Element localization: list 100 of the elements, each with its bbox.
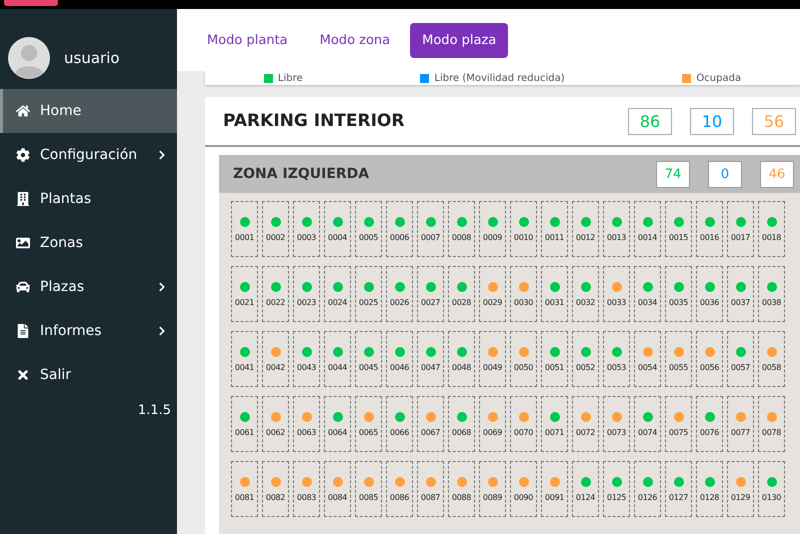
logo-block[interactable] xyxy=(4,0,58,6)
parking-slot[interactable]: 0023 xyxy=(293,266,320,322)
parking-slot[interactable]: 0034 xyxy=(634,266,661,322)
parking-slot[interactable]: 0007 xyxy=(417,201,444,257)
parking-slot[interactable]: 0001 xyxy=(231,201,258,257)
parking-slot[interactable]: 0050 xyxy=(510,331,537,387)
parking-slot[interactable]: 0081 xyxy=(231,461,258,517)
mode-tab[interactable]: Modo plaza xyxy=(410,22,508,58)
parking-slot[interactable]: 0018 xyxy=(758,201,785,257)
parking-slot[interactable]: 0033 xyxy=(603,266,630,322)
parking-slot[interactable]: 0073 xyxy=(603,396,630,452)
parking-slot[interactable]: 0061 xyxy=(231,396,258,452)
parking-slot[interactable]: 0058 xyxy=(758,331,785,387)
parking-slot[interactable]: 0068 xyxy=(448,396,475,452)
parking-slot[interactable]: 0054 xyxy=(634,331,661,387)
parking-slot[interactable]: 0032 xyxy=(572,266,599,322)
parking-slot[interactable]: 0037 xyxy=(727,266,754,322)
parking-slot[interactable]: 0011 xyxy=(541,201,568,257)
parking-slot[interactable]: 0056 xyxy=(696,331,723,387)
parking-slot[interactable]: 0070 xyxy=(510,396,537,452)
parking-slot[interactable]: 0085 xyxy=(355,461,382,517)
parking-slot[interactable]: 0067 xyxy=(417,396,444,452)
parking-slot[interactable]: 0031 xyxy=(541,266,568,322)
parking-slot[interactable]: 0035 xyxy=(665,266,692,322)
menu-item[interactable]: Zonas xyxy=(0,221,177,265)
parking-slot[interactable]: 0028 xyxy=(448,266,475,322)
parking-slot[interactable]: 0127 xyxy=(665,461,692,517)
parking-slot[interactable]: 0036 xyxy=(696,266,723,322)
parking-slot[interactable]: 0076 xyxy=(696,396,723,452)
parking-slot[interactable]: 0004 xyxy=(324,201,351,257)
parking-slot[interactable]: 0024 xyxy=(324,266,351,322)
parking-slot[interactable]: 0053 xyxy=(603,331,630,387)
parking-slot[interactable]: 0038 xyxy=(758,266,785,322)
parking-slot[interactable]: 0048 xyxy=(448,331,475,387)
menu-item[interactable]: Home xyxy=(0,89,177,133)
parking-slot[interactable]: 0010 xyxy=(510,201,537,257)
parking-slot[interactable]: 0051 xyxy=(541,331,568,387)
parking-slot[interactable]: 0022 xyxy=(262,266,289,322)
parking-slot[interactable]: 0064 xyxy=(324,396,351,452)
parking-slot[interactable]: 0071 xyxy=(541,396,568,452)
parking-slot[interactable]: 0124 xyxy=(572,461,599,517)
parking-slot[interactable]: 0043 xyxy=(293,331,320,387)
parking-slot[interactable]: 0062 xyxy=(262,396,289,452)
parking-slot[interactable]: 0129 xyxy=(727,461,754,517)
parking-slot[interactable]: 0015 xyxy=(665,201,692,257)
mode-tab[interactable]: Modo planta xyxy=(195,22,300,58)
parking-slot[interactable]: 0078 xyxy=(758,396,785,452)
parking-slot[interactable]: 0084 xyxy=(324,461,351,517)
parking-slot[interactable]: 0006 xyxy=(386,201,413,257)
parking-slot[interactable]: 0072 xyxy=(572,396,599,452)
parking-slot[interactable]: 0021 xyxy=(231,266,258,322)
parking-slot[interactable]: 0014 xyxy=(634,201,661,257)
parking-slot[interactable]: 0013 xyxy=(603,201,630,257)
parking-slot[interactable]: 0055 xyxy=(665,331,692,387)
parking-slot[interactable]: 0026 xyxy=(386,266,413,322)
parking-slot[interactable]: 0083 xyxy=(293,461,320,517)
parking-slot[interactable]: 0012 xyxy=(572,201,599,257)
parking-slot[interactable]: 0003 xyxy=(293,201,320,257)
parking-slot[interactable]: 0041 xyxy=(231,331,258,387)
menu-item[interactable]: Salir xyxy=(0,353,177,397)
parking-slot[interactable]: 0057 xyxy=(727,331,754,387)
parking-slot[interactable]: 0027 xyxy=(417,266,444,322)
parking-slot[interactable]: 0090 xyxy=(510,461,537,517)
menu-item[interactable]: Informes xyxy=(0,309,177,353)
parking-slot[interactable]: 0075 xyxy=(665,396,692,452)
parking-slot[interactable]: 0044 xyxy=(324,331,351,387)
parking-slot[interactable]: 0063 xyxy=(293,396,320,452)
parking-slot[interactable]: 0089 xyxy=(479,461,506,517)
parking-slot[interactable]: 0066 xyxy=(386,396,413,452)
menu-item[interactable]: Configuración xyxy=(0,133,177,177)
parking-slot[interactable]: 0017 xyxy=(727,201,754,257)
parking-slot[interactable]: 0052 xyxy=(572,331,599,387)
parking-slot[interactable]: 0074 xyxy=(634,396,661,452)
parking-slot[interactable]: 0088 xyxy=(448,461,475,517)
parking-slot[interactable]: 0009 xyxy=(479,201,506,257)
parking-slot[interactable]: 0002 xyxy=(262,201,289,257)
parking-slot[interactable]: 0047 xyxy=(417,331,444,387)
parking-slot[interactable]: 0045 xyxy=(355,331,382,387)
parking-slot[interactable]: 0016 xyxy=(696,201,723,257)
parking-slot[interactable]: 0091 xyxy=(541,461,568,517)
parking-slot[interactable]: 0042 xyxy=(262,331,289,387)
mode-tab[interactable]: Modo zona xyxy=(308,22,402,58)
menu-item[interactable]: Plantas xyxy=(0,177,177,221)
parking-slot[interactable]: 0126 xyxy=(634,461,661,517)
parking-slot[interactable]: 0082 xyxy=(262,461,289,517)
parking-slot[interactable]: 0005 xyxy=(355,201,382,257)
parking-slot[interactable]: 0087 xyxy=(417,461,444,517)
menu-item[interactable]: Plazas xyxy=(0,265,177,309)
parking-slot[interactable]: 0025 xyxy=(355,266,382,322)
parking-slot[interactable]: 0069 xyxy=(479,396,506,452)
parking-slot[interactable]: 0008 xyxy=(448,201,475,257)
parking-slot[interactable]: 0077 xyxy=(727,396,754,452)
parking-slot[interactable]: 0049 xyxy=(479,331,506,387)
parking-slot[interactable]: 0125 xyxy=(603,461,630,517)
parking-slot[interactable]: 0128 xyxy=(696,461,723,517)
parking-slot[interactable]: 0130 xyxy=(758,461,785,517)
parking-slot[interactable]: 0046 xyxy=(386,331,413,387)
parking-slot[interactable]: 0065 xyxy=(355,396,382,452)
parking-slot[interactable]: 0030 xyxy=(510,266,537,322)
parking-slot[interactable]: 0029 xyxy=(479,266,506,322)
